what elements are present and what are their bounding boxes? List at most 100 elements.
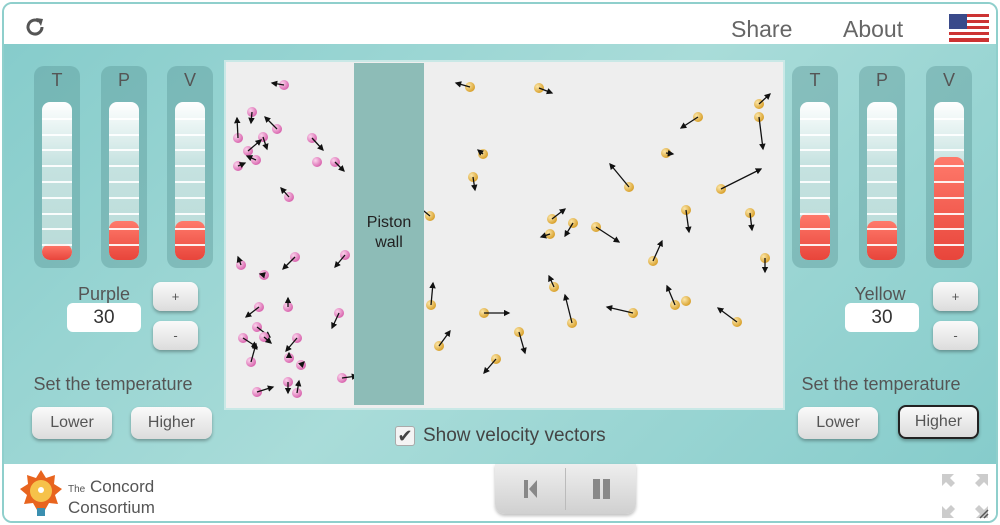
- yellow-particle[interactable]: [661, 148, 675, 158]
- purple-particle[interactable]: [284, 351, 294, 363]
- purple-particle[interactable]: [283, 296, 293, 312]
- purple-particle[interactable]: [285, 333, 302, 352]
- yellow-particle[interactable]: [609, 162, 634, 192]
- yellow-particle[interactable]: [716, 168, 763, 194]
- yellow-particle[interactable]: [434, 329, 451, 351]
- purple-count-input[interactable]: 30: [67, 303, 141, 332]
- purple-plus-button[interactable]: +: [153, 282, 198, 311]
- yellow-particle[interactable]: [605, 305, 638, 318]
- yellow-count-input[interactable]: 30: [845, 303, 919, 332]
- yellow-particle[interactable]: [679, 112, 703, 129]
- purple-particle[interactable]: [280, 187, 294, 202]
- purple-particle[interactable]: [312, 157, 322, 167]
- gauge-tick: [867, 181, 897, 183]
- fullscreen-icon[interactable]: [940, 472, 990, 520]
- gauge-tick: [109, 149, 139, 152]
- yellow-particle[interactable]: [476, 149, 488, 159]
- velocity-vectors-checkbox[interactable]: ✔: [395, 426, 415, 446]
- yellow-particle[interactable]: [454, 81, 475, 92]
- purple-particle[interactable]: [247, 107, 257, 125]
- gauge-tube: [175, 102, 205, 260]
- purple-particle[interactable]: [330, 157, 345, 172]
- purple-particle[interactable]: [296, 360, 306, 370]
- purple-atom[interactable]: [312, 157, 322, 167]
- yellow-particle[interactable]: [547, 208, 567, 224]
- yellow-particle[interactable]: [760, 253, 770, 274]
- controls-divider: [565, 468, 566, 510]
- purple-particle[interactable]: [270, 80, 289, 90]
- purple-particle[interactable]: [334, 250, 350, 268]
- yellow-particle[interactable]: [483, 354, 501, 374]
- purple-particle[interactable]: [252, 385, 275, 397]
- purple-particle[interactable]: [244, 302, 264, 318]
- yellow-particle[interactable]: [564, 218, 578, 238]
- reset-icon[interactable]: [518, 476, 544, 502]
- yellow-particle[interactable]: [468, 172, 478, 192]
- pause-icon[interactable]: [589, 476, 615, 502]
- yellow-particle[interactable]: [745, 208, 755, 232]
- about-link[interactable]: About: [843, 16, 903, 43]
- purple-particle[interactable]: [238, 333, 259, 348]
- yellow-particle[interactable]: [539, 229, 555, 239]
- share-link[interactable]: Share: [731, 16, 792, 43]
- velocity-vectors-label[interactable]: Show velocity vectors: [423, 425, 606, 447]
- gauge-fill: [109, 220, 139, 260]
- reload-icon[interactable]: [23, 15, 47, 39]
- yellow-particle[interactable]: [648, 239, 663, 266]
- purple-minus-button[interactable]: -: [153, 321, 198, 350]
- yellow-particle[interactable]: [426, 281, 436, 310]
- gauge-tube: [934, 102, 964, 260]
- purple-particle[interactable]: [245, 155, 261, 165]
- yellow-particle[interactable]: [754, 112, 766, 151]
- purple-particle[interactable]: [233, 116, 243, 143]
- velocity-vector: [716, 307, 738, 323]
- yellow-particle[interactable]: [666, 284, 680, 310]
- yellow-atom[interactable]: [681, 296, 691, 306]
- us-flag-icon[interactable]: [949, 14, 989, 42]
- purple-particle[interactable]: [283, 377, 293, 395]
- gauge-tick: [109, 181, 139, 183]
- purple-particle[interactable]: [233, 161, 247, 171]
- purple-particle[interactable]: [258, 270, 269, 280]
- gauge-tube: [800, 102, 830, 260]
- yellow-particle[interactable]: [591, 222, 621, 243]
- yellow-particle[interactable]: [563, 293, 577, 328]
- yellow-particle[interactable]: [514, 327, 527, 355]
- purple-lower-button[interactable]: Lower: [32, 407, 112, 439]
- gauge-tick: [109, 228, 139, 231]
- gauge-tick: [42, 212, 72, 215]
- velocity-vector: [483, 358, 497, 374]
- velocity-vector: [282, 256, 296, 270]
- purple-particle[interactable]: [307, 133, 324, 151]
- purple-particle[interactable]: [259, 332, 272, 344]
- gauge-tick: [867, 212, 897, 215]
- piston-wall[interactable]: Piston wall: [354, 63, 424, 405]
- purple-particle[interactable]: [264, 116, 282, 134]
- purple-particle[interactable]: [282, 252, 300, 270]
- yellow-plus-button[interactable]: +: [933, 282, 978, 311]
- purple-particle[interactable]: [246, 342, 258, 367]
- yellow-higher-button[interactable]: Higher: [898, 405, 979, 439]
- purple-particle[interactable]: [292, 379, 302, 398]
- yellow-particle[interactable]: [716, 307, 742, 327]
- left-gauge-t: T: [34, 66, 80, 268]
- velocity-vector: [285, 337, 298, 352]
- purple-particle[interactable]: [243, 139, 262, 156]
- yellow-lower-button[interactable]: Lower: [798, 407, 878, 439]
- gauge-tick: [175, 212, 205, 215]
- concord-logo-text[interactable]: The Concord Consortium: [68, 478, 155, 517]
- purple-particle[interactable]: [236, 255, 246, 270]
- concord-logo-icon[interactable]: [20, 470, 62, 520]
- yellow-particle[interactable]: [534, 83, 554, 95]
- purple-higher-button[interactable]: Higher: [131, 407, 212, 439]
- left-gauge-v: V: [167, 66, 213, 268]
- yellow-particle[interactable]: [681, 296, 691, 306]
- yellow-temperature-label: Set the temperature: [801, 374, 961, 394]
- yellow-particle[interactable]: [479, 308, 511, 318]
- yellow-particle[interactable]: [548, 274, 559, 292]
- yellow-particle[interactable]: [754, 93, 771, 109]
- yellow-minus-button[interactable]: -: [933, 321, 978, 350]
- gauge-tick: [800, 196, 830, 199]
- purple-particle[interactable]: [331, 308, 344, 330]
- yellow-particle[interactable]: [681, 205, 692, 234]
